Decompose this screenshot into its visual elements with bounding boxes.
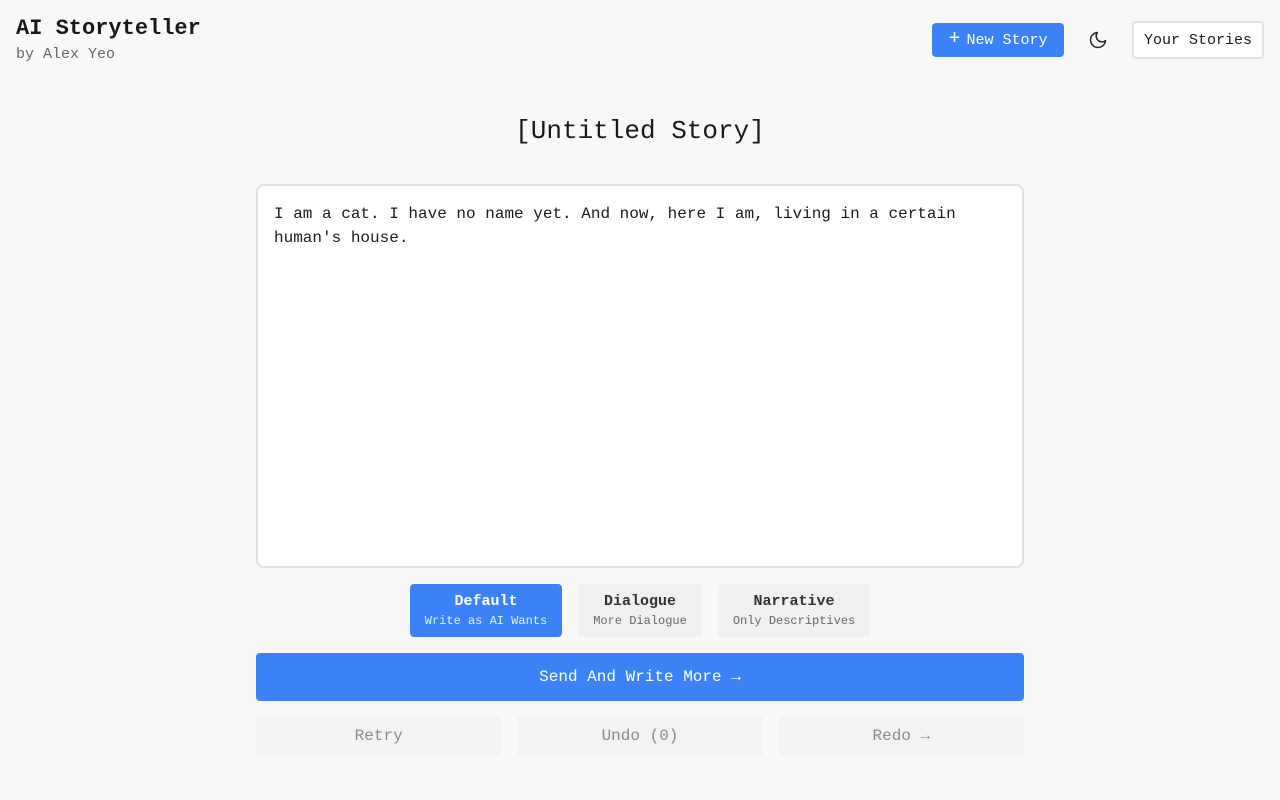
mode-name: Narrative — [753, 592, 835, 610]
mode-description: More Dialogue — [593, 613, 687, 628]
mode-default-button[interactable]: Default Write as AI Wants — [409, 584, 563, 637]
your-stories-button[interactable]: Your Stories — [1132, 21, 1264, 59]
undo-button[interactable]: Undo (0) — [517, 716, 763, 756]
mode-narrative-button[interactable]: Narrative Only Descriptives — [717, 584, 871, 637]
new-story-label: New Story — [966, 31, 1048, 49]
moon-icon — [1089, 31, 1107, 49]
retry-button[interactable]: Retry — [256, 716, 502, 756]
writing-mode-selector: Default Write as AI Wants Dialogue More … — [0, 584, 1280, 637]
mode-name: Default — [454, 592, 518, 610]
mode-dialogue-button[interactable]: Dialogue More Dialogue — [578, 584, 702, 637]
mode-name: Dialogue — [603, 592, 676, 610]
brand: AI Storyteller by Alex Yeo — [16, 16, 201, 64]
mode-description: Only Descriptives — [732, 613, 856, 628]
new-story-button[interactable]: + New Story — [932, 23, 1064, 57]
plus-icon: + — [948, 28, 961, 51]
story-title[interactable]: [Untitled Story] — [0, 116, 1280, 146]
app-byline: by Alex Yeo — [16, 46, 116, 63]
mode-description: Write as AI Wants — [424, 613, 548, 628]
story-editor[interactable]: I am a cat. I have no name yet. And now,… — [256, 184, 1024, 568]
redo-button[interactable]: Redo → — [778, 716, 1024, 756]
send-and-write-more-button[interactable]: Send And Write More → — [256, 653, 1024, 701]
theme-toggle-button[interactable] — [1086, 28, 1110, 52]
app-header: AI Storyteller by Alex Yeo + New Story Y… — [0, 0, 1280, 80]
app-title: AI Storyteller — [16, 16, 201, 41]
history-actions: Retry Undo (0) Redo → — [256, 716, 1024, 756]
